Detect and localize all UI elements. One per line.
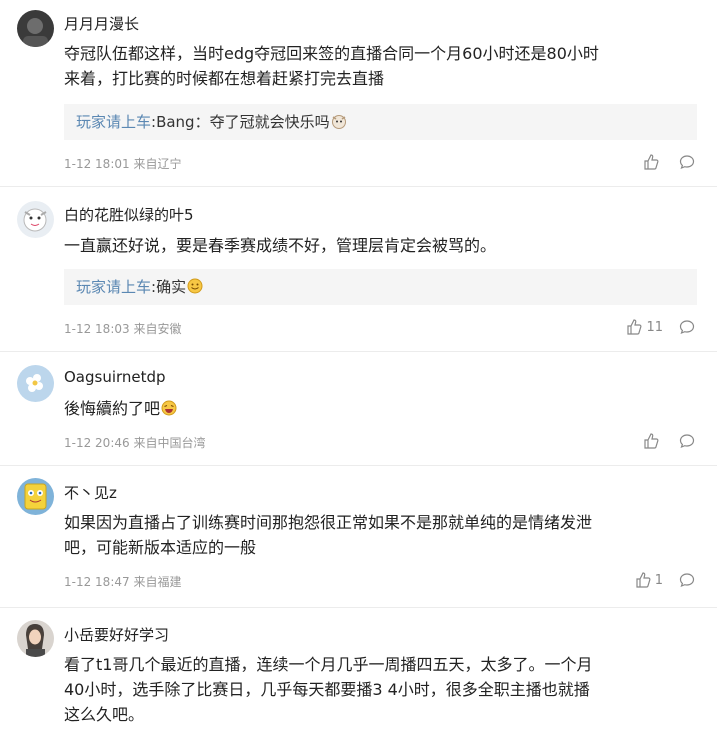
reply-button[interactable] [679,572,695,588]
comment-item: 月月月漫长 夺冠队伍都这样，当时edg夺冠回来签的直播合同一个月60小时还是80… [0,0,717,187]
avatar[interactable] [17,201,54,238]
username[interactable]: 月月月漫长 [64,13,139,34]
comment-bubble-icon [679,573,695,588]
comment-text: 一直赢还好说，要是春季赛成绩不好，管理层肯定会被骂的。 [64,236,497,255]
avatar[interactable] [17,365,54,402]
comment-meta: 1-12 18:47 来自福建 [64,575,182,589]
username[interactable]: 白的花胜似绿的叶5 [64,204,194,225]
comment-bubble-icon [679,320,695,335]
reply-preview[interactable]: 玩家请上车:确实 [64,269,697,305]
comment-item: 白的花胜似绿的叶5 一直赢还好说，要是春季赛成绩不好，管理层肯定会被骂的。 玩家… [0,187,717,352]
username[interactable]: 小岳要好好学习 [64,624,169,645]
reply-button[interactable] [679,433,695,449]
comment-item: Oagsuirnetdp 後悔續約了吧 1-12 20:46 来自中国台湾 [0,352,717,466]
comment-bubble-icon [679,434,695,449]
comment-text: 夺冠队伍都这样，当时edg夺冠回来签的直播合同一个月60小时还是80小时 来着，… [64,44,599,88]
reply-text: :确实 [151,278,187,296]
like-count: 1 [654,572,663,588]
username[interactable]: Oagsuirnetdp [64,368,166,386]
like-button[interactable] [643,433,663,449]
thumbs-up-icon [644,154,659,170]
avatar[interactable] [17,478,54,515]
like-button[interactable]: 11 [626,319,663,335]
comment-text: 看了t1哥几个最近的直播，连续一个月几乎一周播四五天，太多了。一个月 40小时，… [64,655,593,724]
comment-meta: 1-12 20:46 来自中国台湾 [64,436,206,450]
cat-emoji-icon [331,115,346,129]
thumbs-up-icon [644,433,659,449]
laugh-emoji-icon [161,400,177,416]
comment-actions [643,154,695,170]
username[interactable]: 不丶见z [64,482,117,503]
reply-preview[interactable]: 玩家请上车:Bang：夺了冠就会快乐吗 [64,104,697,140]
reply-text: :Bang：夺了冠就会快乐吗 [151,113,330,131]
comment-meta: 1-12 18:01 来自辽宁 [64,157,182,171]
comment-meta: 1-12 18:03 来自安徽 [64,322,182,336]
comment-item: 小岳要好好学习 看了t1哥几个最近的直播，连续一个月几乎一周播四五天，太多了。一… [0,608,717,736]
like-count: 11 [646,319,663,335]
smile-emoji-icon [187,278,203,294]
reply-button[interactable] [679,154,695,170]
comment-bubble-icon [679,155,695,170]
reply-username[interactable]: 玩家请上车 [76,113,151,131]
reply-button[interactable] [679,319,695,335]
comment-actions: 1 [635,572,695,588]
comment-actions: 11 [626,319,695,335]
like-button[interactable] [643,154,663,170]
avatar[interactable] [17,620,54,657]
comment-text: 後悔續約了吧 [64,396,697,421]
thumbs-up-icon [636,572,651,588]
comment-text: 如果因为直播占了训练赛时间那抱怨很正常如果不是那就单纯的是情绪发泄 吧，可能新版… [64,513,593,557]
thumbs-up-icon [627,319,642,335]
reply-username[interactable]: 玩家请上车 [76,278,151,296]
like-button[interactable]: 1 [635,572,663,588]
comment-actions [643,433,695,449]
avatar[interactable] [17,10,54,47]
comment-item: 不丶见z 如果因为直播占了训练赛时间那抱怨很正常如果不是那就单纯的是情绪发泄 吧… [0,466,717,608]
